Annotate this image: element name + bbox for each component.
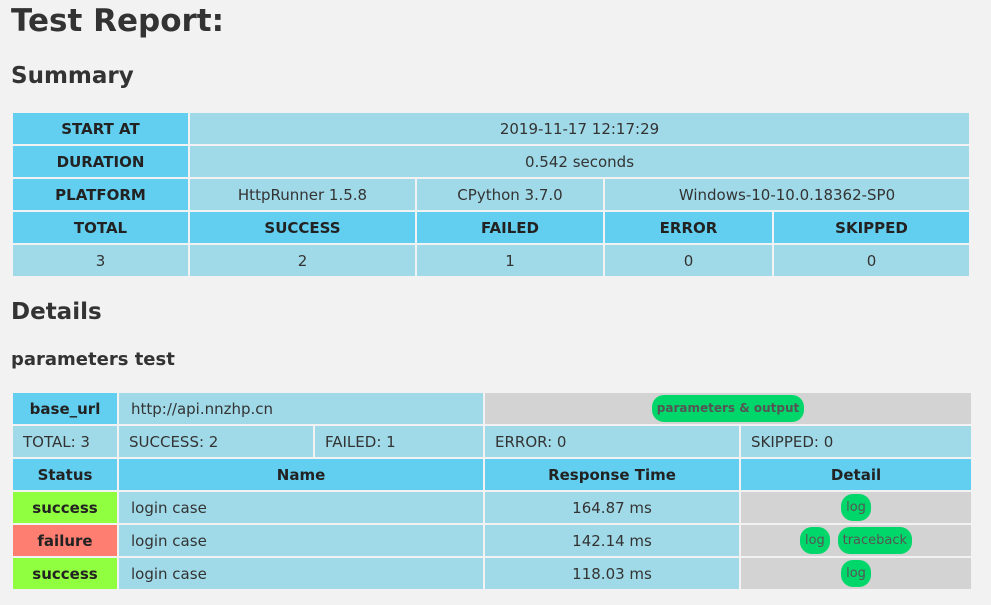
page-title: Test Report: <box>11 3 225 39</box>
table-row: success login case 164.87 ms log <box>13 492 972 523</box>
count-skipped: SKIPPED: 0 <box>741 426 972 457</box>
parameters-output-button[interactable]: parameters & output <box>651 395 805 422</box>
count-failed: FAILED: 1 <box>315 426 484 457</box>
success-value: 2 <box>190 245 415 276</box>
params-cell: parameters & output <box>485 393 972 424</box>
failed-header: FAILED <box>417 212 603 243</box>
total-value: 3 <box>13 245 188 276</box>
count-error: ERROR: 0 <box>485 426 740 457</box>
platform-label: PLATFORM <box>13 179 188 210</box>
details-table: base_url http://api.nnzhp.cn parameters … <box>11 391 973 591</box>
traceback-button[interactable]: traceback <box>837 527 913 554</box>
response-time: 118.03 ms <box>485 558 740 589</box>
response-time: 142.14 ms <box>485 525 740 556</box>
case-name: login case <box>119 525 484 556</box>
skipped-value: 0 <box>774 245 969 276</box>
log-button[interactable]: log <box>841 494 871 521</box>
total-header: TOTAL <box>13 212 188 243</box>
start-at-label: START AT <box>13 113 188 144</box>
col-name: Name <box>119 459 484 490</box>
base-url-label: base_url <box>13 393 117 424</box>
details-heading: Details <box>11 299 102 325</box>
log-button[interactable]: log <box>799 527 830 554</box>
error-header: ERROR <box>605 212 772 243</box>
status-badge: success <box>13 558 117 589</box>
summary-heading: Summary <box>11 63 134 89</box>
platform-python: CPython 3.7.0 <box>417 179 603 210</box>
col-status: Status <box>13 459 117 490</box>
table-row: failure login case 142.14 ms log traceba… <box>13 525 972 556</box>
response-time: 164.87 ms <box>485 492 740 523</box>
base-url-value: http://api.nnzhp.cn <box>119 393 484 424</box>
platform-os: Windows-10-10.0.18362-SP0 <box>605 179 969 210</box>
error-value: 0 <box>605 245 772 276</box>
detail-cell: log traceback <box>741 525 972 556</box>
count-total: TOTAL: 3 <box>13 426 117 457</box>
stat-header-row: TOTAL SUCCESS FAILED ERROR SKIPPED <box>13 212 969 243</box>
counts-row: TOTAL: 3 SUCCESS: 2 FAILED: 1 ERROR: 0 S… <box>13 426 972 457</box>
platform-row: PLATFORM HttpRunner 1.5.8 CPython 3.7.0 … <box>13 179 969 210</box>
failed-value: 1 <box>417 245 603 276</box>
skipped-header: SKIPPED <box>774 212 969 243</box>
platform-httprunner: HttpRunner 1.5.8 <box>190 179 415 210</box>
detail-cell: log <box>741 558 972 589</box>
duration-value: 0.542 seconds <box>190 146 969 177</box>
col-response-time: Response Time <box>485 459 740 490</box>
count-success: SUCCESS: 2 <box>119 426 313 457</box>
summary-table: START AT 2019-11-17 12:17:29 DURATION 0.… <box>11 111 971 278</box>
suite-name: parameters test <box>11 349 175 370</box>
col-detail: Detail <box>741 459 972 490</box>
status-badge: failure <box>13 525 117 556</box>
table-row: success login case 118.03 ms log <box>13 558 972 589</box>
column-header-row: Status Name Response Time Detail <box>13 459 972 490</box>
detail-cell: log <box>741 492 972 523</box>
status-badge: success <box>13 492 117 523</box>
case-name: login case <box>119 492 484 523</box>
case-name: login case <box>119 558 484 589</box>
base-url-row: base_url http://api.nnzhp.cn parameters … <box>13 393 972 424</box>
start-at-row: START AT 2019-11-17 12:17:29 <box>13 113 969 144</box>
success-header: SUCCESS <box>190 212 415 243</box>
start-at-value: 2019-11-17 12:17:29 <box>190 113 969 144</box>
log-button[interactable]: log <box>841 560 871 587</box>
duration-label: DURATION <box>13 146 188 177</box>
stat-value-row: 3 2 1 0 0 <box>13 245 969 276</box>
duration-row: DURATION 0.542 seconds <box>13 146 969 177</box>
